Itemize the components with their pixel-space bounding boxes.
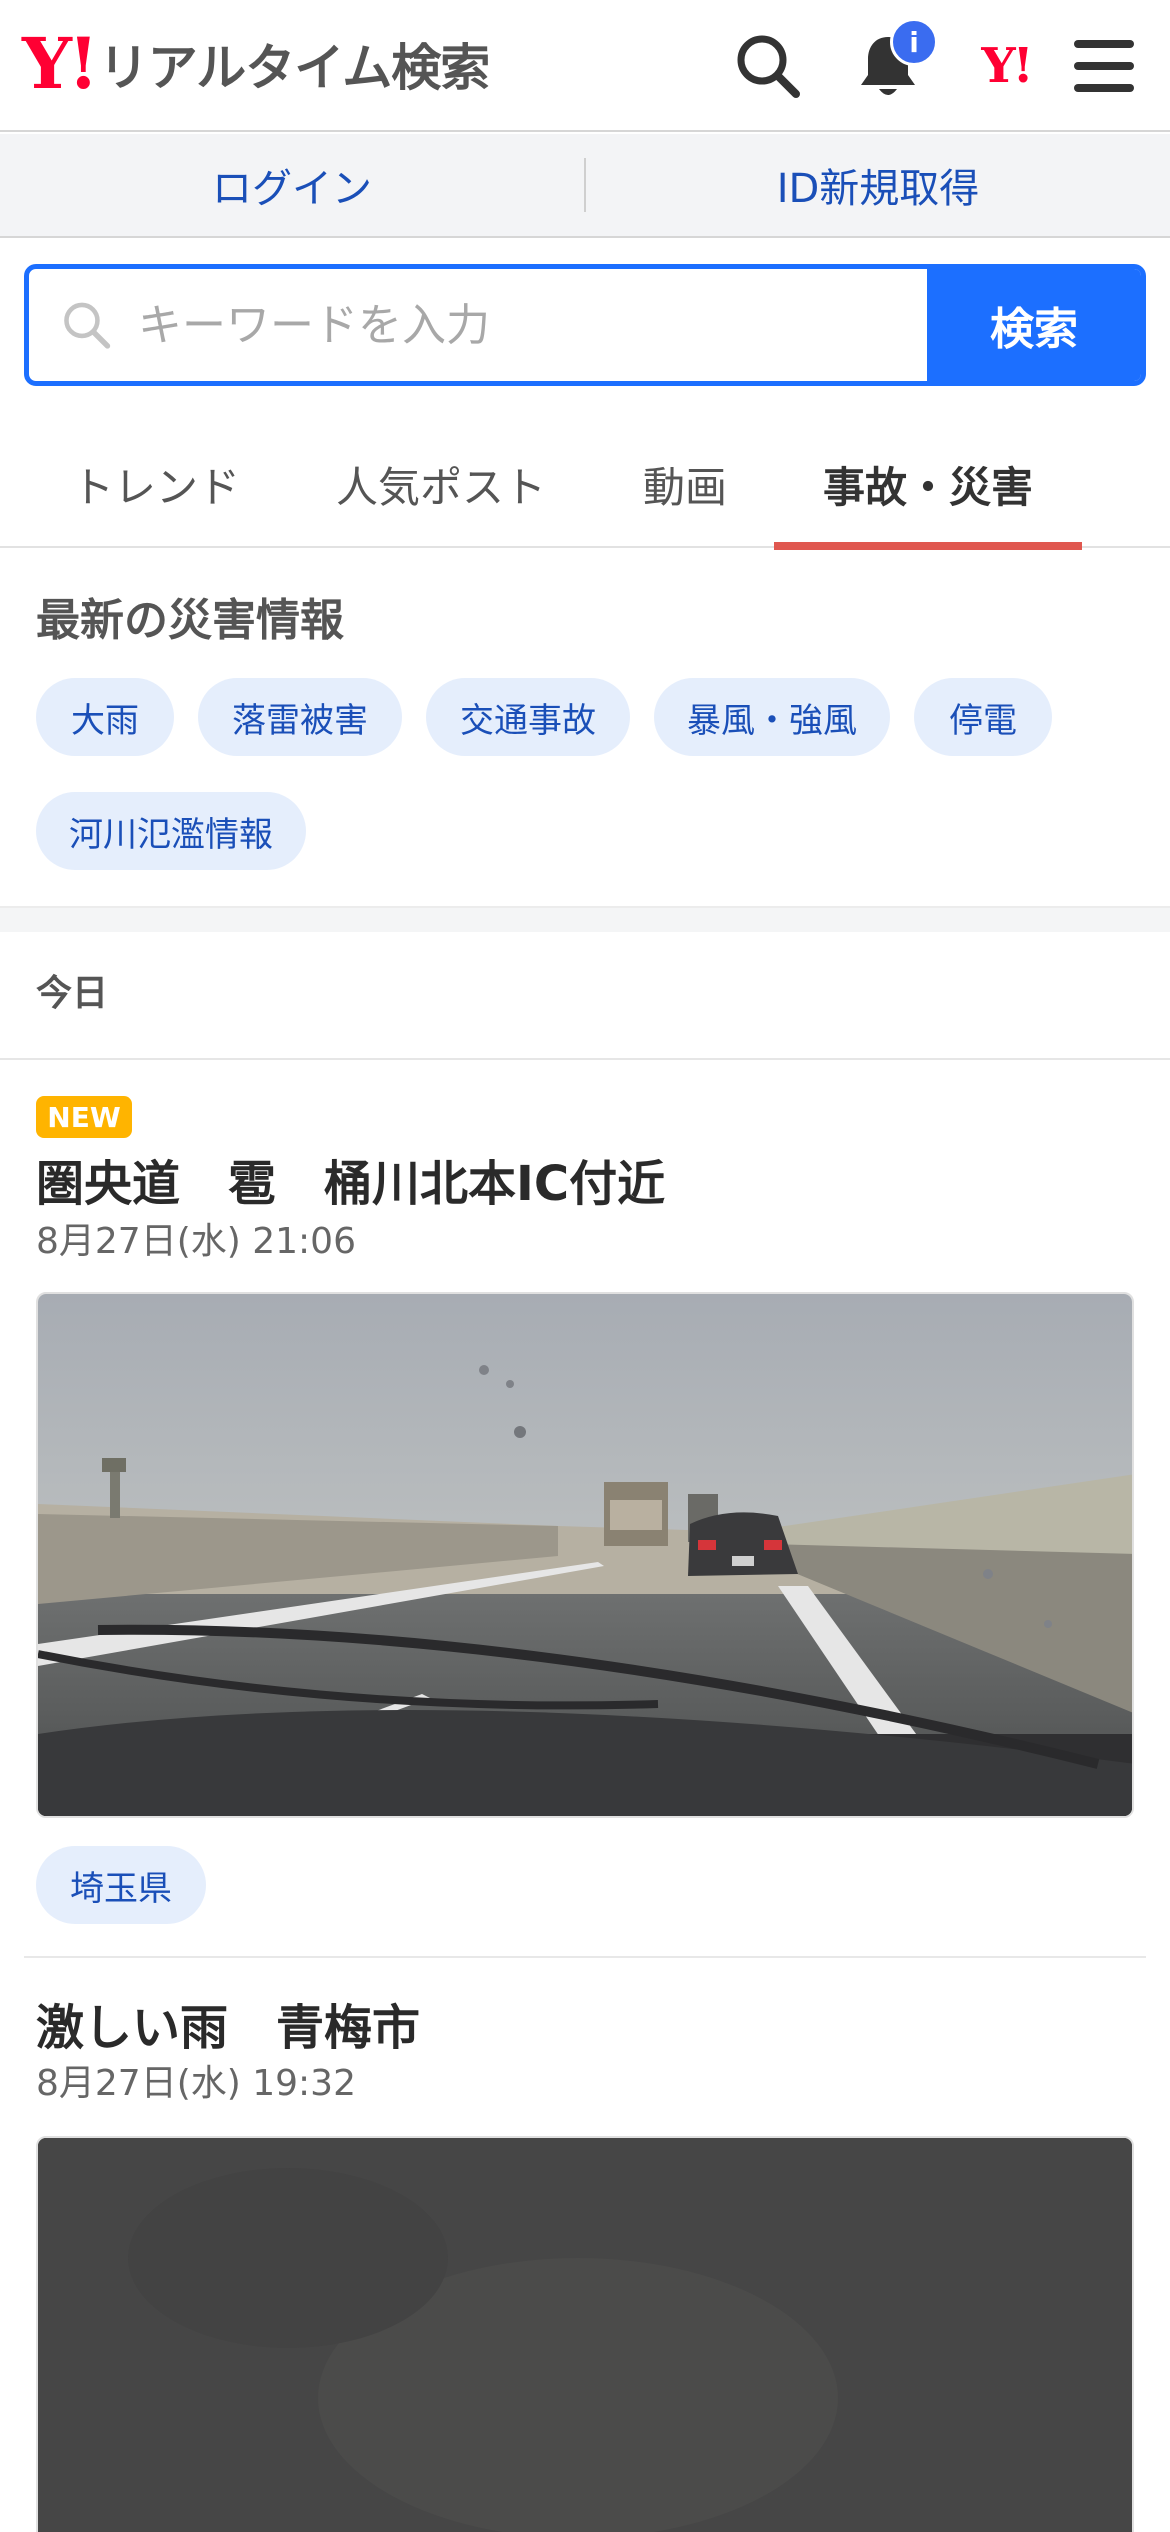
tab-accident-disaster[interactable]: 事故・災害 <box>774 420 1082 550</box>
post-video-thumbnail[interactable] <box>36 1292 1134 1818</box>
post-date: 8月27日(水) 19:32 <box>36 2063 356 2104</box>
chip-storm-strong-wind[interactable]: 暴風・強風 <box>654 678 890 756</box>
yahoo-home-icon[interactable]: Y! <box>962 22 1050 110</box>
new-badge: NEW <box>36 1096 132 1138</box>
post-title[interactable]: 激しい雨 青梅市 <box>36 1988 420 2058</box>
search-field[interactable] <box>29 269 927 381</box>
tab-accident-disaster-label: 事故・災害 <box>822 462 1033 512</box>
post-video-thumbnail[interactable] <box>36 2136 1134 2532</box>
tab-popular-posts[interactable]: 人気ポスト <box>318 420 564 548</box>
category-tabs: トレンド 人気ポスト 動画 事故・災害 <box>0 420 1170 550</box>
logo-mark: Y! <box>22 22 99 105</box>
notification-badge: i <box>890 18 938 66</box>
region-tag[interactable]: 埼玉県 <box>36 1846 206 1924</box>
disaster-info-heading: 最新の災害情報 <box>36 595 344 646</box>
section-divider <box>0 906 1170 932</box>
active-tab-indicator <box>774 542 1082 550</box>
post-divider <box>24 1956 1146 1958</box>
notification-bell-icon[interactable]: i <box>844 18 938 110</box>
account-bar: ログイン ID新規取得 <box>0 134 1170 238</box>
post-date: 8月27日(水) 21:06 <box>36 1221 356 1262</box>
post-title[interactable]: 圏央道 雹 桶川北本IC付近 <box>36 1144 665 1214</box>
chip-heavy-rain[interactable]: 大雨 <box>36 678 174 756</box>
login-link[interactable]: ログイン <box>0 156 584 214</box>
logo-text: リアルタイム検索 <box>98 39 490 97</box>
chip-traffic-accident[interactable]: 交通事故 <box>426 678 630 756</box>
tab-trend[interactable]: トレンド <box>40 420 272 548</box>
disaster-info-section: 最新の災害情報 大雨 落雷被害 交通事故 暴風・強風 停電 河川氾濫情報 <box>0 550 1170 908</box>
day-divider <box>0 1058 1170 1060</box>
tab-videos[interactable]: 動画 <box>600 420 770 548</box>
day-label: 今日 <box>36 973 109 1014</box>
yahoo-realtime-logo[interactable]: Y! リアルタイム検索 <box>22 22 490 105</box>
search-input[interactable] <box>138 299 927 351</box>
chip-power-outage[interactable]: 停電 <box>914 678 1052 756</box>
chip-river-flood[interactable]: 河川氾濫情報 <box>36 792 306 870</box>
register-link[interactable]: ID新規取得 <box>586 156 1170 214</box>
search-icon[interactable] <box>724 22 812 110</box>
chip-lightning-damage[interactable]: 落雷被害 <box>198 678 402 756</box>
yahoo-mark: Y! <box>981 38 1033 94</box>
search-bar: 検索 <box>24 264 1146 386</box>
search-button[interactable]: 検索 <box>927 269 1141 381</box>
app-header: Y! リアルタイム検索 i Y! <box>0 0 1170 132</box>
search-field-icon <box>64 302 111 349</box>
menu-icon[interactable] <box>1060 22 1148 110</box>
